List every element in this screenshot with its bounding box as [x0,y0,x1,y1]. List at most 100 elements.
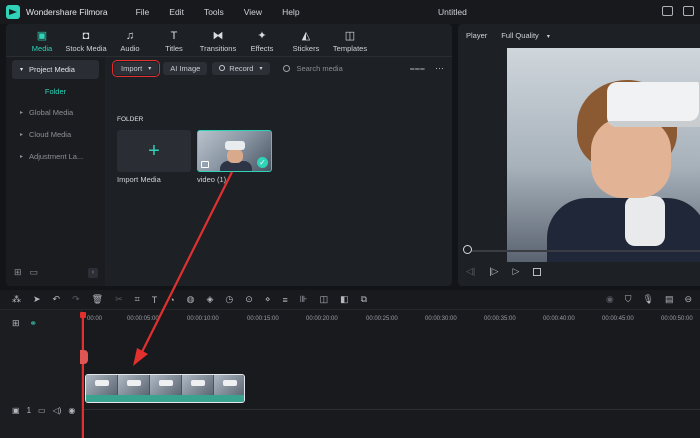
delete-icon[interactable]: 🗑 [92,294,103,305]
title-bar: Wondershare Filmora File Edit Tools View… [0,0,700,24]
link-icon[interactable]: ⚭ [30,318,38,329]
stop-icon[interactable] [533,267,542,276]
quality-select[interactable]: Full Quality ▾ [501,31,550,40]
sidebar-item-cloud-media[interactable]: ▸ Cloud Media [12,125,99,144]
play-icon[interactable]: ▷ [513,266,520,277]
menu-help[interactable]: Help [282,7,299,17]
redo-icon[interactable]: ↷ [72,294,80,305]
scrubber-handle[interactable] [463,245,472,254]
player-panel: Player Full Quality ▾ ◁| |▷ ▷ [458,24,700,286]
menu-view[interactable]: View [244,7,262,17]
tab-audio[interactable]: ♫ Audio [108,24,152,56]
crop-icon[interactable]: ⌗ [135,294,140,305]
stock-media-icon: ◘ [82,30,90,42]
collapse-sidebar-button[interactable]: ‹ [88,267,98,278]
ruler-tick: 00:00:30:00 [425,316,457,322]
video-thumbnail[interactable]: ✓ [197,130,272,172]
speaker-icon[interactable]: ◁) [53,406,62,415]
layout-icon[interactable]: ⁂ [12,294,21,305]
menu-edit[interactable]: Edit [169,7,184,17]
text-icon[interactable]: T [152,295,158,305]
chevron-right-icon: ▸ [20,154,24,160]
folder-icon[interactable]: ▭ [38,406,46,415]
keyframe-icon[interactable]: ⋄ [265,294,271,305]
ai-image-button[interactable]: AI Image [163,61,208,75]
mask-icon[interactable]: ◈ [207,294,214,305]
ruler-tick: 00:00:35:00 [484,316,516,322]
record-button[interactable]: Record ▾ [212,61,270,75]
playback-scrubber[interactable] [466,250,700,252]
sidebar-item-global-media[interactable]: ▸ Global Media [12,103,99,122]
tab-templates[interactable]: ◫ Templates [328,24,372,56]
menu-file[interactable]: File [136,7,150,17]
minimize-icon[interactable] [683,6,694,16]
audio-track-row[interactable] [83,410,700,438]
video-track-icon: ▣ [12,406,20,415]
sidebar-item-folder[interactable]: Folder [12,83,99,99]
tab-stickers[interactable]: ◭ Stickers [284,24,328,56]
select-tool-icon[interactable]: ➤ [33,294,41,305]
tab-media[interactable]: ▣ Media [20,24,64,56]
media-library: Import ▾ AI Image Record ▾ Search media … [106,57,452,286]
save-icon[interactable] [662,6,673,16]
preview-shirt [625,196,665,246]
clip-frame [86,375,118,395]
audio-icon[interactable]: ⊪ [300,294,308,305]
shield-icon[interactable]: ⛉ [625,294,632,305]
chevron-down-icon: ▾ [148,65,152,72]
document-title: Untitled [438,7,467,17]
playhead-marker[interactable] [80,350,88,364]
sidebar-item-project-media[interactable]: ▾ Project Media [12,60,99,79]
add-track-icon[interactable]: ⊞ [12,318,20,329]
motion-tracking-icon[interactable]: ⊙ [245,294,253,305]
stabilize-icon[interactable]: ◫ [320,294,329,305]
speed-icon[interactable]: ◔ [169,295,174,305]
clip-frame [150,375,182,395]
sidebar-item-label: Project Media [29,65,75,74]
timeline-ruler[interactable]: 00:00 00:00:05:00 00:00:10:00 00:00:15:0… [83,314,700,326]
playhead-line[interactable] [82,312,84,438]
import-button[interactable]: Import ▾ [111,59,161,77]
timer-icon[interactable]: ◷ [225,294,233,305]
more-icon[interactable]: ⋯ [435,63,444,74]
new-folder-icon[interactable]: ⊞ [14,267,22,278]
tab-label: Stock Media [65,44,107,53]
step-play-icon[interactable]: |▷ [489,266,498,277]
voiceover-icon[interactable]: ▤ [665,294,674,305]
clip-audio-waveform [86,395,244,402]
window-controls [662,6,694,16]
folder-heading: FOLDER [117,116,144,123]
clip-frame [118,375,150,395]
playhead-handle[interactable] [80,312,86,318]
eye-icon[interactable]: ◉ [68,406,75,415]
split-icon[interactable]: ✂ [115,294,123,305]
tab-effects[interactable]: ✦ Effects [240,24,284,56]
replace-icon[interactable]: ⧉ [361,294,367,305]
menu-tools[interactable]: Tools [204,7,224,17]
ruler-tick: 00:00 [87,316,103,322]
record-icon [219,65,226,71]
microphone-icon[interactable]: 🎙 [643,294,654,305]
undo-icon[interactable]: ↶ [53,294,61,305]
search-media-input[interactable]: Search media [282,64,343,73]
filter-icon[interactable]: ⩶ [410,63,425,74]
tab-stock-media[interactable]: ◘ Stock Media [64,24,108,56]
stickers-icon: ◭ [301,30,311,42]
chevron-down-icon: ▾ [546,33,550,40]
video-caption: video (1) [197,175,227,184]
tab-transitions[interactable]: ⧓ Transitions [196,24,240,56]
render-icon[interactable]: ◉ [606,294,614,305]
prev-frame-icon[interactable]: ◁| [466,266,475,277]
adjust-icon[interactable]: ≡ [282,295,287,305]
compare-icon[interactable]: ◧ [340,294,349,305]
color-icon[interactable]: ◍ [187,294,195,305]
track-header-panel: ⊞ ⚭ ▣ 1 ▭ ◁) ◉ ♫ 1 ▭ ◁) [0,310,82,438]
folder-icon[interactable]: ▭ [30,267,39,278]
thumbnail-headset [225,141,245,150]
zoom-icon[interactable]: ⊖ [684,294,692,305]
clip-frame [214,375,244,395]
import-media-tile[interactable]: + [117,130,191,172]
tab-titles[interactable]: T Titles [152,24,196,56]
sidebar-item-adjustment-layer[interactable]: ▸ Adjustment La... [12,147,99,166]
video-clip[interactable] [85,374,245,403]
